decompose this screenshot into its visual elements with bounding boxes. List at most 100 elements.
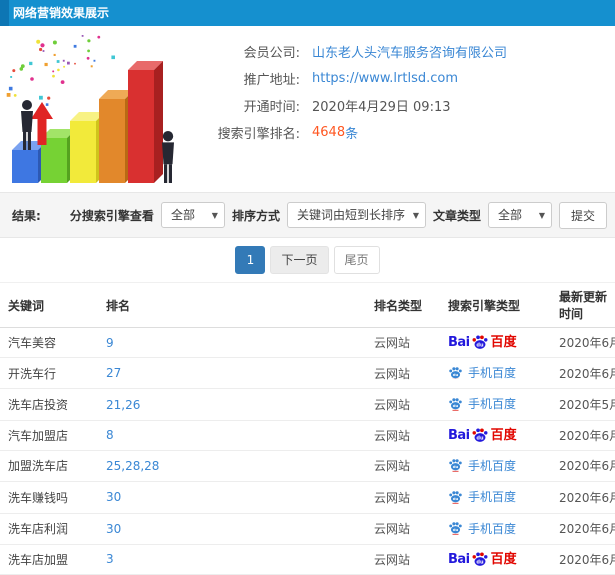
sort-filter-select[interactable]: 关键词由短到长排序 ▼: [286, 202, 426, 228]
page-title: 网络营销效果展示: [13, 6, 110, 20]
rank-link[interactable]: 27: [106, 366, 121, 380]
last-page-button[interactable]: 尾页: [333, 246, 380, 274]
rank-type-cell: 云网站: [366, 420, 440, 451]
rank-type-cell: 云网站: [366, 481, 440, 514]
rank-cell: 30: [98, 513, 366, 545]
engine-filter-select[interactable]: 全部 ▼: [160, 202, 225, 228]
rank-cell: 21,26: [98, 388, 366, 421]
keyword-text: 洗车赚钱吗: [8, 490, 69, 505]
next-page-button[interactable]: 下一页: [270, 246, 329, 274]
updated-time-text: 2020年6月20日 16:16: [559, 366, 615, 381]
pagination: 1 下一页 尾页: [0, 238, 615, 282]
promo-url-link[interactable]: https://www.lrtlsd.com: [312, 71, 458, 86]
keyword-cell: 汽车加盟店: [0, 420, 98, 451]
baidu-paw-icon: du: [449, 522, 462, 535]
article-type-label: 文章类型: [432, 208, 481, 223]
svg-text:du: du: [453, 372, 459, 377]
updated-time-text: 2020年6月20日 16:11: [559, 459, 615, 474]
engine-type-cell: Bai du 百度: [440, 327, 551, 358]
rank-cell: 25,28,28: [98, 450, 366, 483]
engine-rank-row: 搜索引擎排名: 4648 条: [192, 119, 615, 146]
page-button-1[interactable]: 1: [235, 246, 266, 274]
table-row: 洗车赚钱吗 30 云网站 du手机百度 2020年6月20日 16:12: [0, 481, 615, 514]
updated-time-text: 2020年6月20日 16:12: [559, 428, 615, 443]
keyword-cell: 汽车美容: [0, 327, 98, 358]
rank-type-cell: 云网站: [366, 513, 440, 545]
engine-type-cell: du 手机百度: [440, 357, 551, 390]
article-type-value: 全部: [497, 208, 522, 222]
engine-rank-label: 搜索引擎排名:: [217, 127, 300, 142]
column-header-rank: 排名: [98, 282, 366, 328]
keyword-text: 洗车店投资: [8, 398, 69, 413]
keyword-cell: 洗车店加盟: [0, 544, 98, 575]
rank-link[interactable]: 30: [106, 490, 121, 504]
rank-type-text: 云网站: [374, 336, 411, 350]
engine-filter-label: 分搜索引擎查看: [69, 208, 154, 223]
result-label: 结果:: [12, 208, 41, 223]
baidu-paw-icon: du: [472, 335, 488, 350]
keyword-cell: 开洗车行: [0, 357, 98, 390]
mobile-baidu-logo: du 手机百度: [448, 488, 516, 505]
table-row: 开洗车行 27 云网站 du手机百度 2020年6月20日 16:16: [0, 357, 615, 390]
updated-time-cell: 2020年6月18日 14:30: [551, 544, 615, 575]
rank-type-text: 云网站: [374, 490, 411, 505]
svg-text:du: du: [476, 343, 484, 349]
baidu-logo: Bai du 百度: [448, 427, 517, 443]
table-header: 关键词 排名 排名类型 搜索引擎类型 最新更新时间: [0, 282, 615, 328]
rank-link[interactable]: 30: [106, 522, 121, 536]
table-row: 洗车店加盟 3 云网站 Baidu百度 2020年6月18日 14:30: [0, 544, 615, 575]
rank-type-text: 云网站: [374, 366, 411, 381]
svg-text:du: du: [453, 496, 459, 501]
keyword-text: 汽车加盟店: [8, 428, 69, 443]
rank-type-cell: 云网站: [366, 544, 440, 575]
rank-link[interactable]: 9: [106, 336, 114, 350]
promo-url-row: 推广地址: https://www.lrtlsd.com: [192, 65, 615, 92]
mobile-baidu-logo: du 手机百度: [448, 457, 516, 474]
updated-time-cell: 2020年5月27日 14:58: [551, 388, 615, 421]
rank-link[interactable]: 8: [106, 428, 114, 442]
mobile-baidu-logo: du 手机百度: [448, 395, 516, 412]
bar-chart-illustration: [0, 26, 190, 192]
rank-cell: 8: [98, 420, 366, 451]
updated-time-text: 2020年6月20日 16:12: [559, 490, 615, 505]
rank-type-text: 云网站: [374, 398, 411, 413]
keyword-text: 汽车美容: [8, 336, 57, 350]
member-company-link[interactable]: 山东老人头汽车服务咨询有限公司: [312, 42, 507, 61]
keyword-text: 洗车店利润: [8, 522, 69, 537]
mobile-baidu-logo: du 手机百度: [448, 520, 516, 537]
baidu-paw-icon: du: [449, 490, 462, 504]
rank-link[interactable]: 21,26: [106, 398, 140, 412]
promo-url-label: 推广地址:: [243, 73, 300, 88]
column-header-updated: 最新更新时间: [551, 282, 615, 328]
rank-link[interactable]: 25,28,28: [106, 459, 159, 473]
rank-cell: 3: [98, 544, 366, 575]
open-time-value: 2020年4月29日 09:13: [312, 100, 451, 115]
updated-time-text: 2020年6月5日 11:24: [559, 336, 615, 350]
submit-button[interactable]: 提交: [558, 201, 607, 229]
sort-filter-label: 排序方式: [231, 208, 280, 223]
keyword-cell: 加盟洗车店: [0, 450, 98, 483]
updated-time-cell: 2020年6月18日 14:27: [551, 513, 615, 545]
table-row: 洗车店投资 21,26 云网站 du手机百度 2020年5月27日 14:58: [0, 388, 615, 421]
open-time-row: 开通时间: 2020年4月29日 09:13: [192, 92, 615, 119]
engine-rank-unit: 条: [345, 127, 359, 142]
company-info-list: 会员公司: 山东老人头汽车服务咨询有限公司 推广地址: https://www.…: [192, 26, 615, 146]
caret-down-icon: ▼: [412, 211, 419, 220]
member-company-label: 会员公司:: [243, 46, 300, 61]
rank-cell: 30: [98, 481, 366, 514]
rank-type-text: 云网站: [374, 428, 411, 443]
baidu-paw-icon: du: [449, 398, 462, 411]
rank-type-text: 云网站: [374, 459, 411, 474]
rank-link[interactable]: 3: [106, 552, 114, 566]
filter-group: 分搜索引擎查看 全部 ▼ 排序方式 关键词由短到长排序 ▼ 文章类型 全部 ▼ …: [69, 201, 607, 229]
column-header-rank-type: 排名类型: [366, 282, 440, 328]
table-row: 汽车美容 9 云网站 Baidu百度 2020年6月5日 11:24: [0, 327, 615, 358]
updated-time-text: 2020年5月27日 14:58: [559, 398, 615, 413]
engine-type-cell: du 手机百度: [440, 481, 551, 514]
updated-time-text: 2020年6月18日 14:27: [559, 522, 615, 537]
article-type-select[interactable]: 全部 ▼: [487, 202, 552, 228]
engine-type-cell: du 手机百度: [440, 388, 551, 421]
svg-text:du: du: [453, 403, 459, 408]
keyword-cell: 洗车赚钱吗: [0, 481, 98, 514]
baidu-paw-icon: du: [472, 552, 488, 566]
